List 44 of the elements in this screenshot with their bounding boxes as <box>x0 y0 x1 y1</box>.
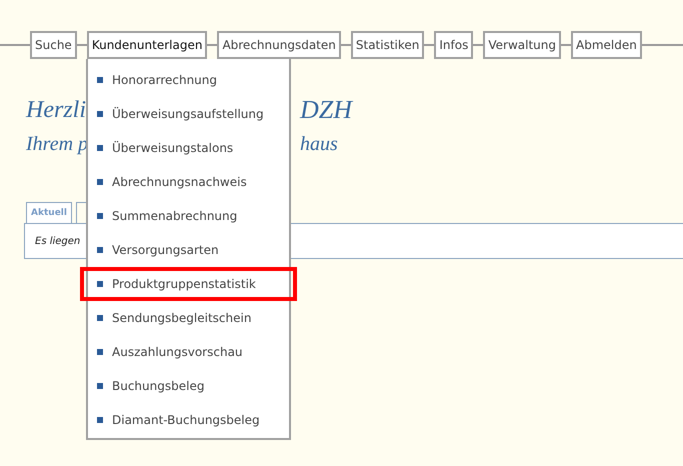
menu-item-label: Summenabrechnung <box>112 209 238 223</box>
menu-item[interactable]: Honorarrechnung <box>88 63 289 97</box>
bullet-icon <box>97 247 103 253</box>
nav-tab[interactable]: Kundenunterlagen <box>86 31 208 59</box>
greeting-text: Herzli <box>26 96 86 124</box>
menu-item[interactable]: Versorgungsarten <box>88 233 289 267</box>
menu-item-label: Überweisungsaufstellung <box>112 107 264 121</box>
menu-item[interactable]: Summenabrechnung <box>88 199 289 233</box>
menu-item-label: Diamant-Buchungsbeleg <box>112 413 260 427</box>
bullet-icon <box>97 145 103 151</box>
nav-tab[interactable]: Abmelden <box>571 31 642 59</box>
menu-item[interactable]: Produktgruppenstatistik <box>80 267 297 301</box>
menu-item[interactable]: Abrechnungsnachweis <box>88 165 289 199</box>
nav-tab[interactable]: Abrechnungsdaten <box>217 31 341 59</box>
greeting-text: haus <box>300 133 338 156</box>
bullet-icon <box>97 383 103 389</box>
menu-item-label: Überweisungstalons <box>112 141 234 155</box>
menu-item-label: Versorgungsarten <box>112 243 219 257</box>
panel-text: Es liegen <box>35 236 80 246</box>
nav-tab[interactable]: Verwaltung <box>483 31 561 59</box>
nav-tab[interactable]: Suche <box>30 31 77 59</box>
bullet-icon <box>97 111 103 117</box>
menu-item-label: Honorarrechnung <box>112 73 218 87</box>
bullet-icon <box>97 179 103 185</box>
bullet-icon <box>97 349 103 355</box>
menu-item-label: Sendungsbegleitschein <box>112 311 252 325</box>
bullet-icon <box>97 77 103 83</box>
bullet-icon <box>97 281 103 287</box>
menu-item[interactable]: Buchungsbeleg <box>88 369 289 403</box>
bullet-icon <box>97 417 103 423</box>
nav-tab[interactable]: Infos <box>434 31 474 59</box>
bullet-icon <box>97 315 103 321</box>
menu-item-label: Abrechnungsnachweis <box>112 175 247 189</box>
menu-item-label: Buchungsbeleg <box>112 379 204 393</box>
nav-tab[interactable]: Statistiken <box>350 31 424 59</box>
bullet-icon <box>97 213 103 219</box>
menu-item[interactable]: Überweisungstalons <box>88 131 289 165</box>
menu-item-label: Auszahlungsvorschau <box>112 345 243 359</box>
menu-item-label: Produktgruppenstatistik <box>112 277 256 291</box>
menu-item[interactable]: Diamant-Buchungsbeleg <box>88 403 289 437</box>
menu-item[interactable]: Überweisungsaufstellung <box>88 97 289 131</box>
menu-item[interactable]: Sendungsbegleitschein <box>88 301 289 335</box>
greeting-text: DZH <box>300 95 352 125</box>
menu-item[interactable]: Auszahlungsvorschau <box>88 335 289 369</box>
